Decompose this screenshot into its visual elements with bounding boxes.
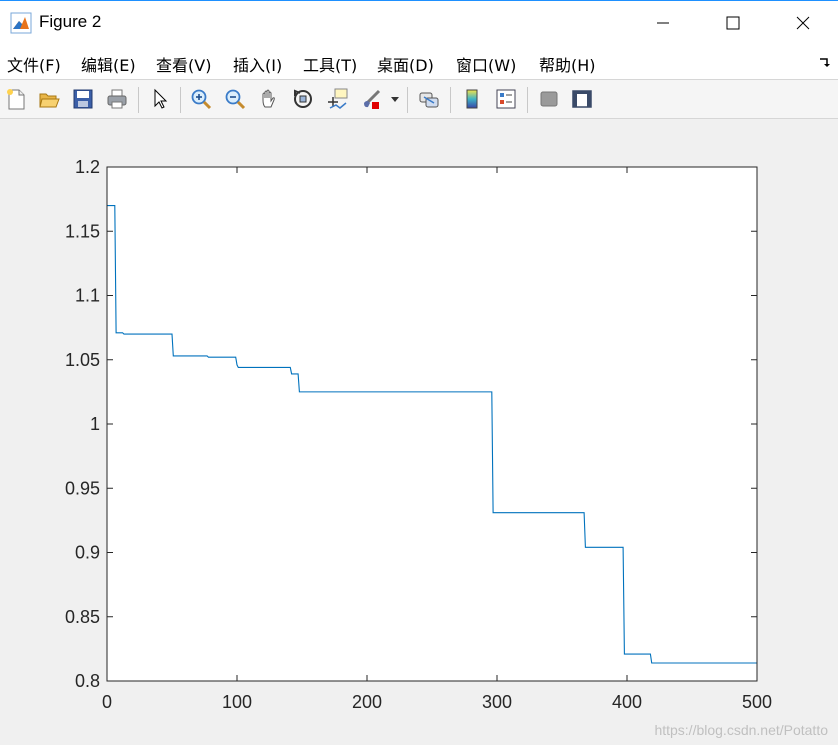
brush-icon xyxy=(364,89,381,109)
colorbar-icon xyxy=(466,89,478,109)
brush-button[interactable] xyxy=(358,86,384,112)
watermark: https://blog.csdn.net/Potatto xyxy=(654,722,828,738)
hide-plot-tools-button[interactable] xyxy=(536,86,562,112)
zoom-out-icon xyxy=(225,89,246,110)
colorbar-button[interactable] xyxy=(459,86,485,112)
y-tick-label: 1.05 xyxy=(65,350,100,370)
toolbar-separator xyxy=(527,87,528,113)
link-plot-icon xyxy=(419,92,439,108)
menu-help[interactable]: 帮助(H) xyxy=(539,52,596,76)
print-button[interactable] xyxy=(104,86,130,112)
open-file-icon xyxy=(39,93,60,108)
save-icon xyxy=(73,89,93,109)
x-tick-label: 0 xyxy=(102,692,112,712)
toolbar-separator xyxy=(138,87,139,113)
toolbar-separator xyxy=(450,87,451,113)
edit-plot-arrow-icon xyxy=(154,88,168,109)
pan-button[interactable] xyxy=(256,86,282,112)
legend-icon xyxy=(496,89,516,109)
hide-plot-tools-icon xyxy=(540,91,558,107)
y-tick-label: 1.2 xyxy=(75,157,100,177)
close-button[interactable] xyxy=(780,1,826,45)
menu-window[interactable]: 窗口(W) xyxy=(456,52,516,76)
zoom-in-button[interactable] xyxy=(188,86,214,112)
menu-desktop[interactable]: 桌面(D) xyxy=(377,52,434,76)
minimize-button[interactable] xyxy=(640,1,686,45)
minimize-icon xyxy=(657,22,669,24)
y-tick-label: 0.95 xyxy=(65,478,100,498)
x-tick-label: 300 xyxy=(482,692,512,712)
menu-file[interactable]: 文件(F) xyxy=(7,52,61,76)
y-tick-label: 1 xyxy=(90,414,100,434)
y-tick-label: 0.9 xyxy=(75,543,100,563)
menu-bar: 文件(F) 编辑(E) 查看(V) 插入(I) 工具(T) 桌面(D) 窗口(W… xyxy=(0,45,838,79)
menu-insert[interactable]: 插入(I) xyxy=(233,52,282,76)
new-figure-button[interactable] xyxy=(3,86,29,112)
x-tick-label: 400 xyxy=(612,692,642,712)
zoom-out-button[interactable] xyxy=(222,86,248,112)
x-tick-label: 200 xyxy=(352,692,382,712)
title-bar: Figure 2 xyxy=(0,1,838,45)
menu-edit[interactable]: 编辑(E) xyxy=(81,52,136,76)
brush-dropdown-icon xyxy=(391,97,399,102)
menu-view[interactable]: 查看(V) xyxy=(156,52,211,76)
toolbar-separator xyxy=(180,87,181,113)
save-button[interactable] xyxy=(70,86,96,112)
close-icon xyxy=(796,16,810,30)
figure-canvas[interactable]: 0 100 200 300 400 500 0.8 0.85 0.9 0.95 1 1.05 1.1 1.… xyxy=(0,119,838,745)
legend-button[interactable] xyxy=(493,86,519,112)
x-tick-label: 100 xyxy=(222,692,252,712)
dock-arrow-icon[interactable] xyxy=(818,57,830,69)
matlab-logo-icon xyxy=(10,12,32,34)
brush-dropdown-button[interactable] xyxy=(388,86,402,112)
window-title: Figure 2 xyxy=(39,12,102,31)
print-icon xyxy=(107,89,127,109)
line-chart[interactable]: 0 100 200 300 400 500 0.8 0.85 0.9 0.95 1 1.05 1.1 1.… xyxy=(0,119,838,745)
link-plot-button[interactable] xyxy=(416,86,442,112)
x-tick-label: 500 xyxy=(742,692,772,712)
data-cursor-button[interactable] xyxy=(324,86,350,112)
data-cursor-icon xyxy=(328,88,348,109)
rotate-3d-icon xyxy=(294,89,312,108)
toolbar-separator xyxy=(407,87,408,113)
y-tick-label: 0.85 xyxy=(65,607,100,627)
edit-plot-button[interactable] xyxy=(147,86,173,112)
show-plot-tools-icon xyxy=(572,90,592,108)
show-plot-tools-button[interactable] xyxy=(569,86,595,112)
maximize-icon xyxy=(726,16,740,30)
pan-hand-icon xyxy=(262,89,275,108)
axes-background xyxy=(107,167,757,681)
figure-toolbar xyxy=(0,79,838,119)
new-figure-icon xyxy=(7,89,25,110)
y-tick-label: 1.1 xyxy=(75,286,100,306)
maximize-button[interactable] xyxy=(710,1,756,45)
open-file-button[interactable] xyxy=(36,86,62,112)
y-tick-label: 0.8 xyxy=(75,671,100,691)
menu-tools[interactable]: 工具(T) xyxy=(303,52,357,76)
rotate-3d-button[interactable] xyxy=(290,86,316,112)
zoom-in-icon xyxy=(191,89,212,110)
figure-window: Figure 2 文件(F) 编辑(E) 查看(V) 插入(I) 工具(T) 桌… xyxy=(0,0,838,745)
y-tick-label: 1.15 xyxy=(65,221,100,241)
